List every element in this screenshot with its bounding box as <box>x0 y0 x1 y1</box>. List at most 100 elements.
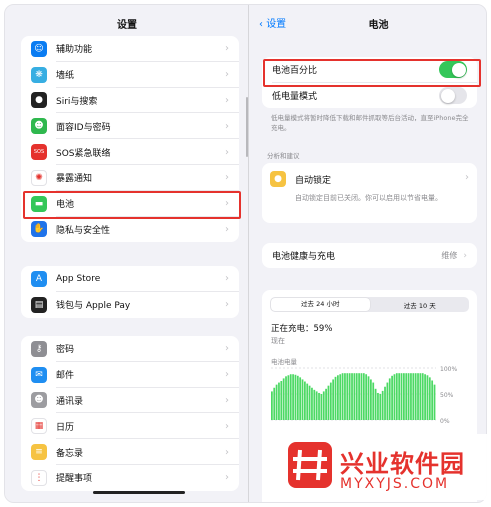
battery-level-bar <box>403 373 405 420</box>
sidebar-item-wallpaper[interactable]: ❋ 墙纸 › <box>21 62 239 88</box>
battery-level-bar <box>278 382 280 420</box>
period-segmented-control[interactable]: 过去 24 小时 过去 10 天 <box>270 297 469 312</box>
sidebar-item-key[interactable]: ⚷ 密码 › <box>21 336 239 362</box>
sidebar-item-privacy-hand[interactable]: ✋ 隐私与安全性 › <box>21 217 239 243</box>
tab-24h[interactable]: 过去 24 小时 <box>271 298 370 311</box>
chevron-right-icon: › <box>465 172 469 183</box>
sidebar-item-label: 邮件 <box>56 371 75 382</box>
reminders-icon: ⋮ <box>31 469 47 486</box>
sidebar-item-label: 面容ID与密码 <box>56 122 111 133</box>
watermark-cn-text: 兴业软件园 <box>340 450 465 478</box>
settings-group-store: A App Store › ▤ 钱包与 Apple Pay › <box>21 266 239 318</box>
sidebar-item-label: 隐私与安全性 <box>56 225 111 236</box>
battery-level-bar <box>421 373 424 420</box>
chevron-right-icon: › <box>225 299 229 311</box>
watermark: 兴业软件园 MYXYJS.COM <box>280 434 487 500</box>
sidebar-item-label: Siri与搜索 <box>56 96 98 107</box>
chart-title: 电池电量 <box>271 358 297 366</box>
wallpaper-icon: ❋ <box>31 66 47 83</box>
appstore-icon: A <box>31 270 47 287</box>
battery-level-bar <box>386 382 389 420</box>
sidebar-item-accessibility[interactable]: ☺ 辅助功能 › <box>21 36 239 62</box>
battery-level-bar <box>327 385 330 420</box>
battery-level-bar <box>325 388 327 420</box>
accessibility-icon: ☺ <box>31 40 47 57</box>
battery-level-bar <box>296 375 299 420</box>
battery-health-row[interactable]: 电池健康与充电 维修 › <box>262 243 477 268</box>
battery-level-bar <box>388 378 391 420</box>
sidebar-item-faceid[interactable]: ☻ 面容ID与密码 › <box>21 113 239 139</box>
sidebar-item-siri[interactable]: ● Siri与搜索 › <box>21 88 239 114</box>
battery-level-bar <box>360 373 363 420</box>
battery-level-bar <box>332 379 335 420</box>
chevron-right-icon: › <box>225 420 229 432</box>
battery-level-bar <box>365 374 368 420</box>
sidebar-item-notes[interactable]: ≡ 备忘录 › <box>21 439 239 465</box>
battery-level-bar <box>271 391 273 420</box>
insights-card[interactable]: ● 自动锁定 › 自动锁定目前已关闭。你可以启用以节省电量。 <box>262 163 477 223</box>
battery-level-bar <box>417 373 419 420</box>
health-value: 维修 <box>441 251 458 260</box>
calendar-icon: ▦ <box>31 418 47 435</box>
battery-level-bar <box>308 385 311 420</box>
battery-level-bar <box>301 379 304 420</box>
low-power-note: 低电量模式将暂时降低下载和邮件抓取等后台活动，直至iPhone完全充电。 <box>271 114 469 132</box>
battery-level-bar <box>412 373 415 420</box>
sidebar-item-label: 通讯录 <box>56 396 84 407</box>
chevron-right-icon: › <box>225 94 229 106</box>
sidebar-item-calendar[interactable]: ▦ 日历 › <box>21 413 239 439</box>
battery-level-bar <box>372 382 375 420</box>
battery-level-bar <box>414 373 417 420</box>
battery-level-bar <box>294 374 297 420</box>
battery-level-bar <box>346 373 349 420</box>
chevron-right-icon: › <box>225 394 229 406</box>
battery-level-bar <box>370 379 372 420</box>
sidebar-item-mail[interactable]: ✉ 邮件 › <box>21 362 239 388</box>
battery-level-bar <box>362 373 365 420</box>
low-power-toggle[interactable] <box>439 87 467 104</box>
watermark-en-text: MYXYJS.COM <box>340 476 450 492</box>
sidebar-item-contacts[interactable]: ☻ 通讯录 › <box>21 388 239 414</box>
battery-level-bar <box>322 391 325 420</box>
battery-level-chart: 100% 50% 0% <box>271 366 457 425</box>
battery-level-bar <box>304 381 306 420</box>
battery-level-bar <box>315 391 318 420</box>
tab-10d[interactable]: 过去 10 天 <box>371 300 470 310</box>
chevron-right-icon: › <box>225 223 229 235</box>
battery-level-bar <box>329 382 332 420</box>
chevron-right-icon: › <box>225 273 229 285</box>
chevron-right-icon: › <box>225 172 229 184</box>
battery-level-bar <box>391 375 393 420</box>
insights-header: 分析和建议 <box>267 152 300 160</box>
sidebar-scrollbar[interactable] <box>246 97 248 157</box>
battery-level-bar <box>379 394 382 420</box>
sidebar-item-label: 备忘录 <box>56 448 84 459</box>
sidebar-item-reminders[interactable]: ⋮ 提醒事项 › <box>21 465 239 491</box>
y-tick-label: 50% <box>440 392 454 399</box>
sos-icon: SOS <box>31 144 47 161</box>
battery-level-bar <box>282 378 285 420</box>
sidebar-item-sos[interactable]: SOS SOS紧急联络 › <box>21 139 239 165</box>
now-label: 现在 <box>271 337 285 345</box>
battery-level-bar <box>306 383 309 420</box>
chevron-right-icon: › <box>225 69 229 81</box>
battery-level-bar <box>410 373 412 420</box>
key-icon: ⚷ <box>31 340 47 357</box>
battery-highlight-box <box>23 191 241 219</box>
sidebar-item-appstore[interactable]: A App Store › <box>21 266 239 292</box>
battery-level-bar <box>275 384 278 420</box>
watermark-logo <box>288 442 332 488</box>
sidebar-item-label: 辅助功能 <box>56 45 93 56</box>
sidebar-item-label: 密码 <box>56 345 75 356</box>
battery-level-bar <box>311 387 313 420</box>
lightbulb-icon: ● <box>270 171 286 187</box>
battery-level-bar <box>285 376 287 420</box>
sidebar-item-wallet[interactable]: ▤ 钱包与 Apple Pay › <box>21 292 239 318</box>
sidebar-item-label: SOS紧急联络 <box>56 148 111 159</box>
sidebar-item-label: 暴露通知 <box>56 174 93 185</box>
sidebar-item-exposure[interactable]: ✺ 暴露通知 › <box>21 165 239 191</box>
battery-level-bar <box>292 374 294 420</box>
privacy-hand-icon: ✋ <box>31 221 47 238</box>
battery-level-bar <box>384 386 386 420</box>
battery-level-bar <box>398 373 401 420</box>
